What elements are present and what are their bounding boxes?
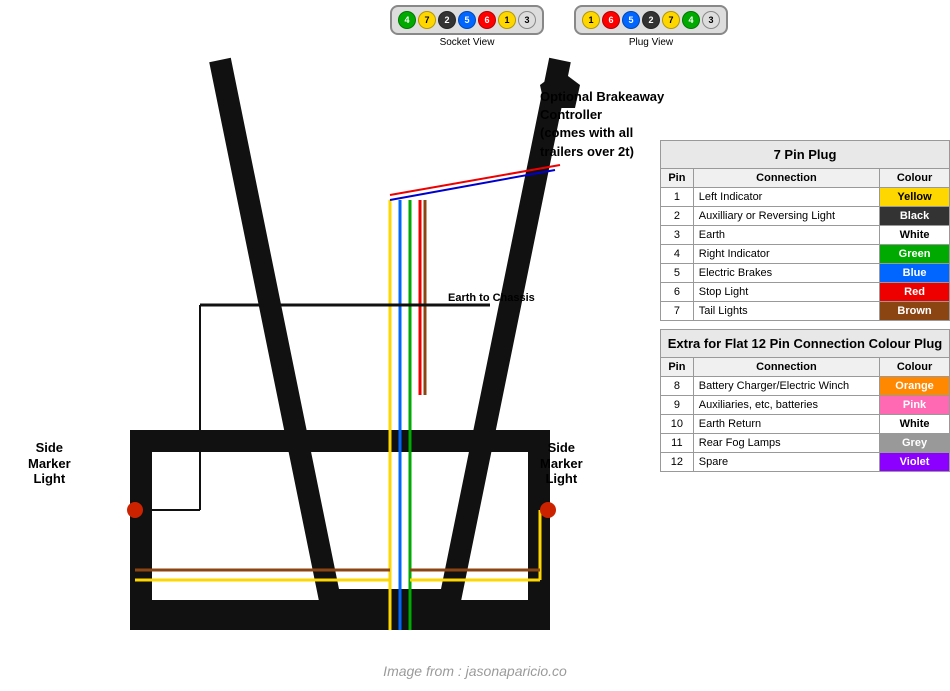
connection-name: Right Indicator	[693, 245, 879, 264]
connection-name: Battery Charger/Electric Winch	[693, 377, 879, 396]
earth-chassis-label: Earth to Chassis	[448, 292, 535, 304]
col-colour-12: Colour	[880, 358, 950, 377]
diagram-area: Earth to Chassis SideMarkerLight SideMar…	[0, 0, 670, 691]
seven-pin-table-caption: 7 Pin Plug	[660, 140, 950, 168]
colour-cell: Brown	[880, 302, 950, 321]
pin-number: 4	[661, 245, 694, 264]
colour-cell: Violet	[880, 453, 950, 472]
colour-cell: Pink	[880, 396, 950, 415]
connection-name: Spare	[693, 453, 879, 472]
table-row: 8 Battery Charger/Electric Winch Orange	[661, 377, 950, 396]
pin-number: 9	[661, 396, 694, 415]
colour-cell: Grey	[880, 434, 950, 453]
colour-cell: White	[880, 415, 950, 434]
pin-number: 12	[661, 453, 694, 472]
connection-name: Earth	[693, 226, 879, 245]
table-row: 12 Spare Violet	[661, 453, 950, 472]
pin-number: 3	[661, 226, 694, 245]
connection-name: Rear Fog Lamps	[693, 434, 879, 453]
optional-controller-label: Optional Brakeaway Controller(comes with…	[540, 88, 670, 161]
socket-label: Socket View	[440, 37, 495, 48]
table-row: 1 Left Indicator Yellow	[661, 188, 950, 207]
pin-number: 8	[661, 377, 694, 396]
pin-number: 1	[661, 188, 694, 207]
table-row: 10 Earth Return White	[661, 415, 950, 434]
connection-name: Electric Brakes	[693, 264, 879, 283]
table-row: 7 Tail Lights Brown	[661, 302, 950, 321]
table-row: 4 Right Indicator Green	[661, 245, 950, 264]
twelve-pin-table-caption: Extra for Flat 12 Pin Connection Colour …	[660, 329, 950, 357]
col-colour: Colour	[880, 169, 950, 188]
plug-label: Plug View	[629, 37, 673, 48]
pin-number: 11	[661, 434, 694, 453]
table-row: 9 Auxiliaries, etc, batteries Pink	[661, 396, 950, 415]
connection-name: Left Indicator	[693, 188, 879, 207]
colour-cell: Orange	[880, 377, 950, 396]
colour-cell: Red	[880, 283, 950, 302]
connection-name: Tail Lights	[693, 302, 879, 321]
colour-cell: Green	[880, 245, 950, 264]
plug-connector: 1 6 5 2 7 4 3 Plug View	[574, 5, 728, 48]
colour-cell: Yellow	[880, 188, 950, 207]
col-pin-12: Pin	[661, 358, 694, 377]
table-row: 3 Earth White	[661, 226, 950, 245]
connection-name: Stop Light	[693, 283, 879, 302]
connection-name: Auxilliary or Reversing Light	[693, 207, 879, 226]
connection-name: Auxiliaries, etc, batteries	[693, 396, 879, 415]
watermark: Image from : jasonaparicio.co	[383, 663, 567, 679]
pin-number: 2	[661, 207, 694, 226]
pin-number: 5	[661, 264, 694, 283]
colour-cell: Black	[880, 207, 950, 226]
table-row: 5 Electric Brakes Blue	[661, 264, 950, 283]
seven-pin-table: 7 Pin Plug Pin Connection Colour 1 Left …	[660, 140, 950, 321]
pin-number: 6	[661, 283, 694, 302]
socket-connector: 4 7 2 5 6 1 3 Socket View	[390, 5, 544, 48]
side-marker-left-label: SideMarkerLight	[28, 440, 71, 487]
col-connection: Connection	[693, 169, 879, 188]
table-row: 11 Rear Fog Lamps Grey	[661, 434, 950, 453]
connection-name: Earth Return	[693, 415, 879, 434]
colour-cell: Blue	[880, 264, 950, 283]
pin-number: 7	[661, 302, 694, 321]
pin-number: 10	[661, 415, 694, 434]
twelve-pin-table: Extra for Flat 12 Pin Connection Colour …	[660, 329, 950, 472]
side-marker-right-label: SideMarkerLight	[540, 440, 583, 487]
right-panel: 7 Pin Plug Pin Connection Colour 1 Left …	[660, 140, 950, 480]
col-connection-12: Connection	[693, 358, 879, 377]
table-row: 6 Stop Light Red	[661, 283, 950, 302]
table-row: 2 Auxilliary or Reversing Light Black	[661, 207, 950, 226]
col-pin: Pin	[661, 169, 694, 188]
colour-cell: White	[880, 226, 950, 245]
